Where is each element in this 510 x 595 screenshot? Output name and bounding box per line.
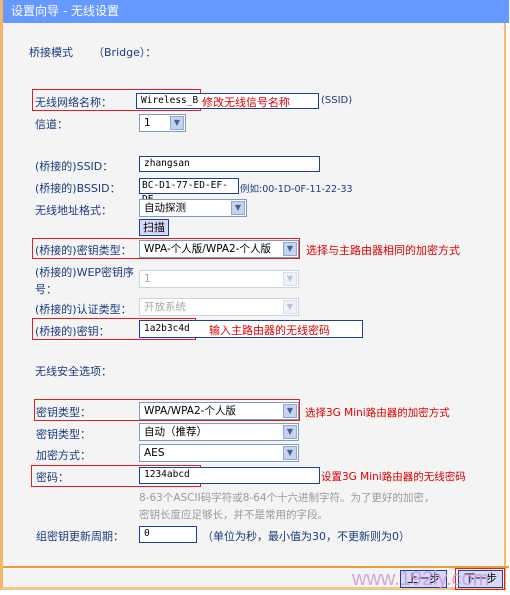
chevron-down-icon: ▼ xyxy=(283,300,297,314)
bridge-ssid-input[interactable]: zhangsan xyxy=(139,156,320,172)
bridge-key-note: 输入主路由器的无线密码 xyxy=(209,324,330,337)
encryption-label: 加密方式： xyxy=(36,449,91,462)
ssid-note: 修改无线信号名称 xyxy=(202,96,290,109)
chevron-down-icon: ▼ xyxy=(283,272,297,286)
wizard-panel: 设置向导 - 无线设置 桥接模式 （Bridge）： 无线网络名称： Wirel… xyxy=(0,0,509,590)
mode-label: 桥接模式 xyxy=(29,46,73,59)
group-key-label: 组密钥更新周期： xyxy=(36,530,124,543)
password-hint-2: 密钥长度应足够长，并不是常用的字段。 xyxy=(139,509,328,521)
password-note: 设置3G Mini路由器的无线密码 xyxy=(321,471,466,483)
chevron-down-icon[interactable]: ▼ xyxy=(283,404,297,418)
key-type-select[interactable]: WPA/WPA2-个人版 ▼ xyxy=(139,402,299,420)
bridge-ssid-label: (桥接的)SSID： xyxy=(35,160,114,173)
group-key-input[interactable]: 0 xyxy=(139,526,197,543)
channel-select[interactable]: 1 ▼ xyxy=(139,114,186,132)
chevron-down-icon[interactable]: ▼ xyxy=(231,201,245,215)
key-type2-label: 密钥类型： xyxy=(36,428,91,441)
password-input[interactable]: 1234abcd xyxy=(139,467,320,484)
window-title: 设置向导 - 无线设置 xyxy=(3,0,509,23)
chevron-down-icon[interactable]: ▼ xyxy=(283,425,297,439)
group-key-hint: （单位为秒，最小值为30，不更新则为0） xyxy=(202,530,410,543)
wep-index-label-2: 号： xyxy=(35,283,57,296)
key-type2-select[interactable]: 自动（推荐） ▼ xyxy=(139,423,299,441)
channel-label: 信道： xyxy=(35,118,68,131)
ssid-label: 无线网络名称： xyxy=(35,96,112,109)
chevron-down-icon[interactable]: ▼ xyxy=(283,242,297,256)
bridge-key-label: (桥接的)密钥： xyxy=(35,325,110,338)
ssid-suffix: (SSID) xyxy=(321,95,353,106)
chevron-down-icon[interactable]: ▼ xyxy=(283,446,297,460)
addr-format-label: 无线地址格式： xyxy=(35,204,112,217)
password-hint-1: 8-63个ASCII码字符或8-64个十六进制字符。为了更好的加密， xyxy=(139,492,435,504)
encryption-select[interactable]: AES ▼ xyxy=(139,444,299,462)
bridge-bssid-input[interactable]: BC-D1-77-ED-EF-DE xyxy=(139,178,239,205)
bridge-key-type-label: (桥接的)密钥类型： xyxy=(35,244,132,257)
key-type-label: 密钥类型： xyxy=(36,406,91,419)
bridge-key-type-select[interactable]: WPA-个人版/WPA2-个人版 ▼ xyxy=(139,240,299,258)
bssid-example: 例如:00-1D-0F-11-22-33 xyxy=(240,184,353,195)
bridge-bssid-label: (桥接的)BSSID： xyxy=(35,182,121,195)
security-heading: 无线安全选项： xyxy=(35,365,112,378)
scan-button[interactable]: 扫描 xyxy=(139,219,169,236)
auth-type-select[interactable]: 开放系统 ▼ xyxy=(139,298,299,316)
addr-format-select[interactable]: 自动探测 ▼ xyxy=(139,199,247,217)
key-type-note: 选择3G Mini路由器的加密方式 xyxy=(305,407,450,419)
watermark: www.192ly.com xyxy=(352,568,490,590)
auth-type-label: (桥接的)认证类型： xyxy=(35,303,132,316)
password-label: 密码： xyxy=(36,471,69,484)
chevron-down-icon[interactable]: ▼ xyxy=(170,116,184,130)
wep-index-label-1: (桥接的)WEP密钥序 xyxy=(35,266,135,279)
bridge-key-type-note: 选择与主路由器相同的加密方式 xyxy=(306,244,460,257)
wep-index-select[interactable]: 1 ▼ xyxy=(139,270,299,288)
mode-value: （Bridge）： xyxy=(93,46,157,59)
